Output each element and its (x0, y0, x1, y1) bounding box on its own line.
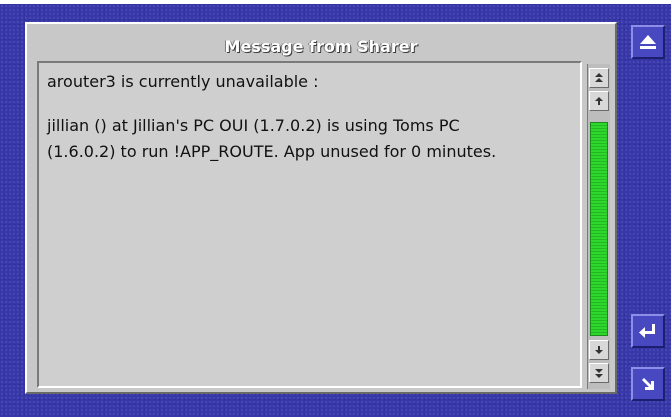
scroll-up-button[interactable] (589, 91, 609, 111)
window-title[interactable]: Message from Sharer (27, 37, 615, 61)
message-text-area[interactable]: arouter3 is currently unavailable : jill… (37, 61, 582, 388)
message-panel: Message from Sharer arouter3 is currentl… (25, 22, 617, 394)
return-arrow-icon (639, 324, 655, 338)
vertical-scrollbar[interactable] (587, 64, 610, 389)
resize-corner-arrow-icon (642, 378, 654, 390)
scroll-down-button[interactable] (589, 340, 609, 360)
eject-button[interactable] (631, 25, 665, 59)
resize-button[interactable] (631, 367, 665, 401)
message-line-3: (1.6.0.2) to run !APP_ROUTE. App unused … (47, 142, 497, 161)
top-strip (0, 0, 671, 4)
line-spacer (47, 95, 572, 113)
scroll-to-bottom-button[interactable] (589, 363, 609, 383)
double-up-arrow-icon (595, 73, 603, 82)
scrollbar-thumb[interactable] (590, 122, 608, 336)
eject-icon (640, 35, 656, 49)
enter-button[interactable] (631, 314, 665, 348)
double-down-arrow-icon (595, 369, 603, 378)
down-arrow-icon (595, 346, 603, 354)
scroll-to-top-button[interactable] (589, 68, 609, 88)
message-line-2: jillian () at Jillian's PC OUI (1.7.0.2)… (47, 116, 460, 135)
up-arrow-icon (595, 97, 603, 105)
message-line-1: arouter3 is currently unavailable : (47, 72, 319, 91)
